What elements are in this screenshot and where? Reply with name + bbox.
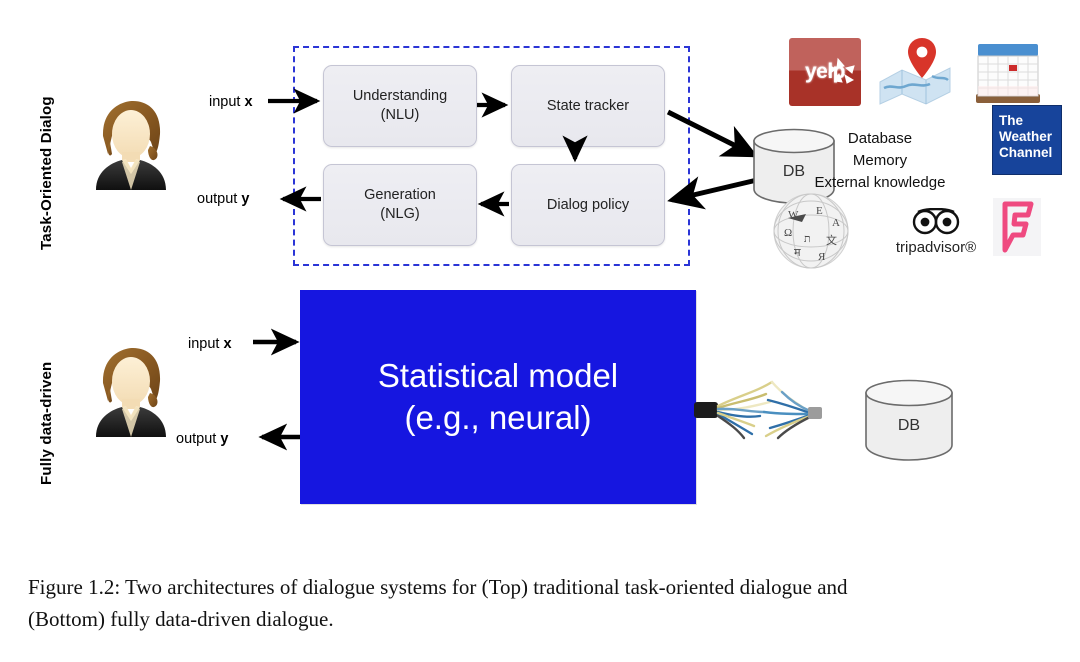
svg-text:Ω: Ω (784, 227, 792, 239)
svg-text:Я: Я (818, 251, 826, 263)
yelp-logo: yelp (789, 38, 861, 106)
svg-text:ת: ת (804, 233, 811, 245)
statistical-model-line2: (e.g., neural) (404, 399, 592, 436)
caption-line-2: (Bottom) fully data-driven dialogue. (28, 606, 334, 631)
database-cylinder-bottom: DB (864, 378, 954, 462)
knowledge-source-database: Database (847, 130, 913, 147)
tripadvisor-logo: tripadvisor® (888, 208, 984, 256)
weather-logo-line1: The (999, 113, 1024, 128)
svg-text:A: A (832, 217, 840, 229)
weather-logo-line3: Channel (999, 144, 1053, 160)
statistical-model-line1: Statistical model (377, 356, 619, 394)
statistical-model-box: Statistical model (e.g., neural) (300, 290, 696, 504)
calendar-logo (972, 36, 1044, 108)
tripadvisor-logo-text: tripadvisor® (895, 239, 977, 256)
svg-text:E: E (816, 205, 823, 217)
database-label-bottom: DB (897, 417, 921, 434)
figure-caption: Figure 1.2: Two architectures of dialogu… (28, 572, 1056, 636)
ethernet-cable-icon (694, 372, 834, 450)
knowledge-source-memory: Memory (852, 151, 908, 169)
svg-text:म: म (794, 247, 801, 259)
maps-logo (876, 36, 954, 108)
foursquare-logo (993, 198, 1041, 256)
figure-illustration: Task-Oriented Dialog Fully data-driven U… (0, 0, 1080, 560)
svg-text:文: 文 (826, 233, 837, 247)
weather-logo-line2: Weather (999, 128, 1053, 144)
wikipedia-logo: WE AΩ ת文 मЯ (772, 192, 850, 270)
knowledge-source-external: External knowledge (814, 173, 946, 191)
caption-line-1: Figure 1.2: Two architectures of dialogu… (28, 575, 848, 599)
knowledge-sources-text: Database Memory External knowledge (780, 128, 980, 193)
weather-channel-logo: The Weather Channel (992, 105, 1062, 175)
